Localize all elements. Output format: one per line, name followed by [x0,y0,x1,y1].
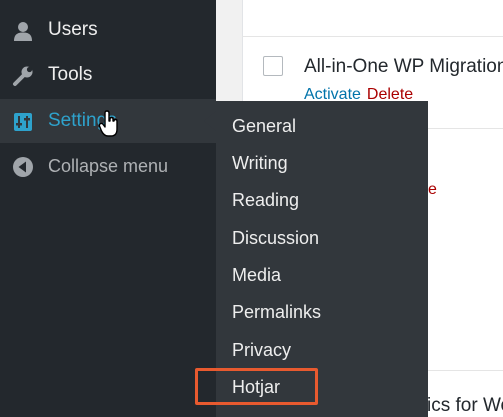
submenu-item-reading[interactable]: Reading [232,189,299,211]
submenu-item-general[interactable]: General [232,115,296,137]
sidebar-item-label: Collapse menu [48,155,169,176]
plugin-title-fragment: ics for Wo [427,395,503,416]
sidebar-item-label: Tools [48,64,93,85]
submenu-item-privacy[interactable]: Privacy [232,339,291,361]
submenu-item-media[interactable]: Media [232,264,281,286]
hotjar-highlight-box [195,368,318,405]
sidebar-item-tools[interactable]: Tools [0,53,216,97]
plugin-select-checkbox[interactable] [263,56,283,76]
settings-sliders-icon [14,113,32,131]
user-icon [14,22,32,41]
submenu-pointer [204,111,216,131]
sidebar-item-collapse-menu[interactable]: Collapse menu [0,144,216,188]
sidebar-item-users[interactable]: Users [0,8,216,52]
admin-sidebar: Users Tools Settings Collapse menu [0,0,216,417]
collapse-arrow-icon [13,157,33,177]
row-divider [242,36,503,37]
hand-pointer-icon [98,110,118,137]
sidebar-item-label: Users [48,19,98,40]
submenu-item-writing[interactable]: Writing [232,152,288,174]
submenu-item-discussion[interactable]: Discussion [232,227,319,249]
wrench-icon [13,66,33,86]
delete-link-fragment[interactable]: e [428,181,437,199]
submenu-item-permalinks[interactable]: Permalinks [232,301,321,323]
plugin-title: All-in-One WP Migration [304,56,503,77]
